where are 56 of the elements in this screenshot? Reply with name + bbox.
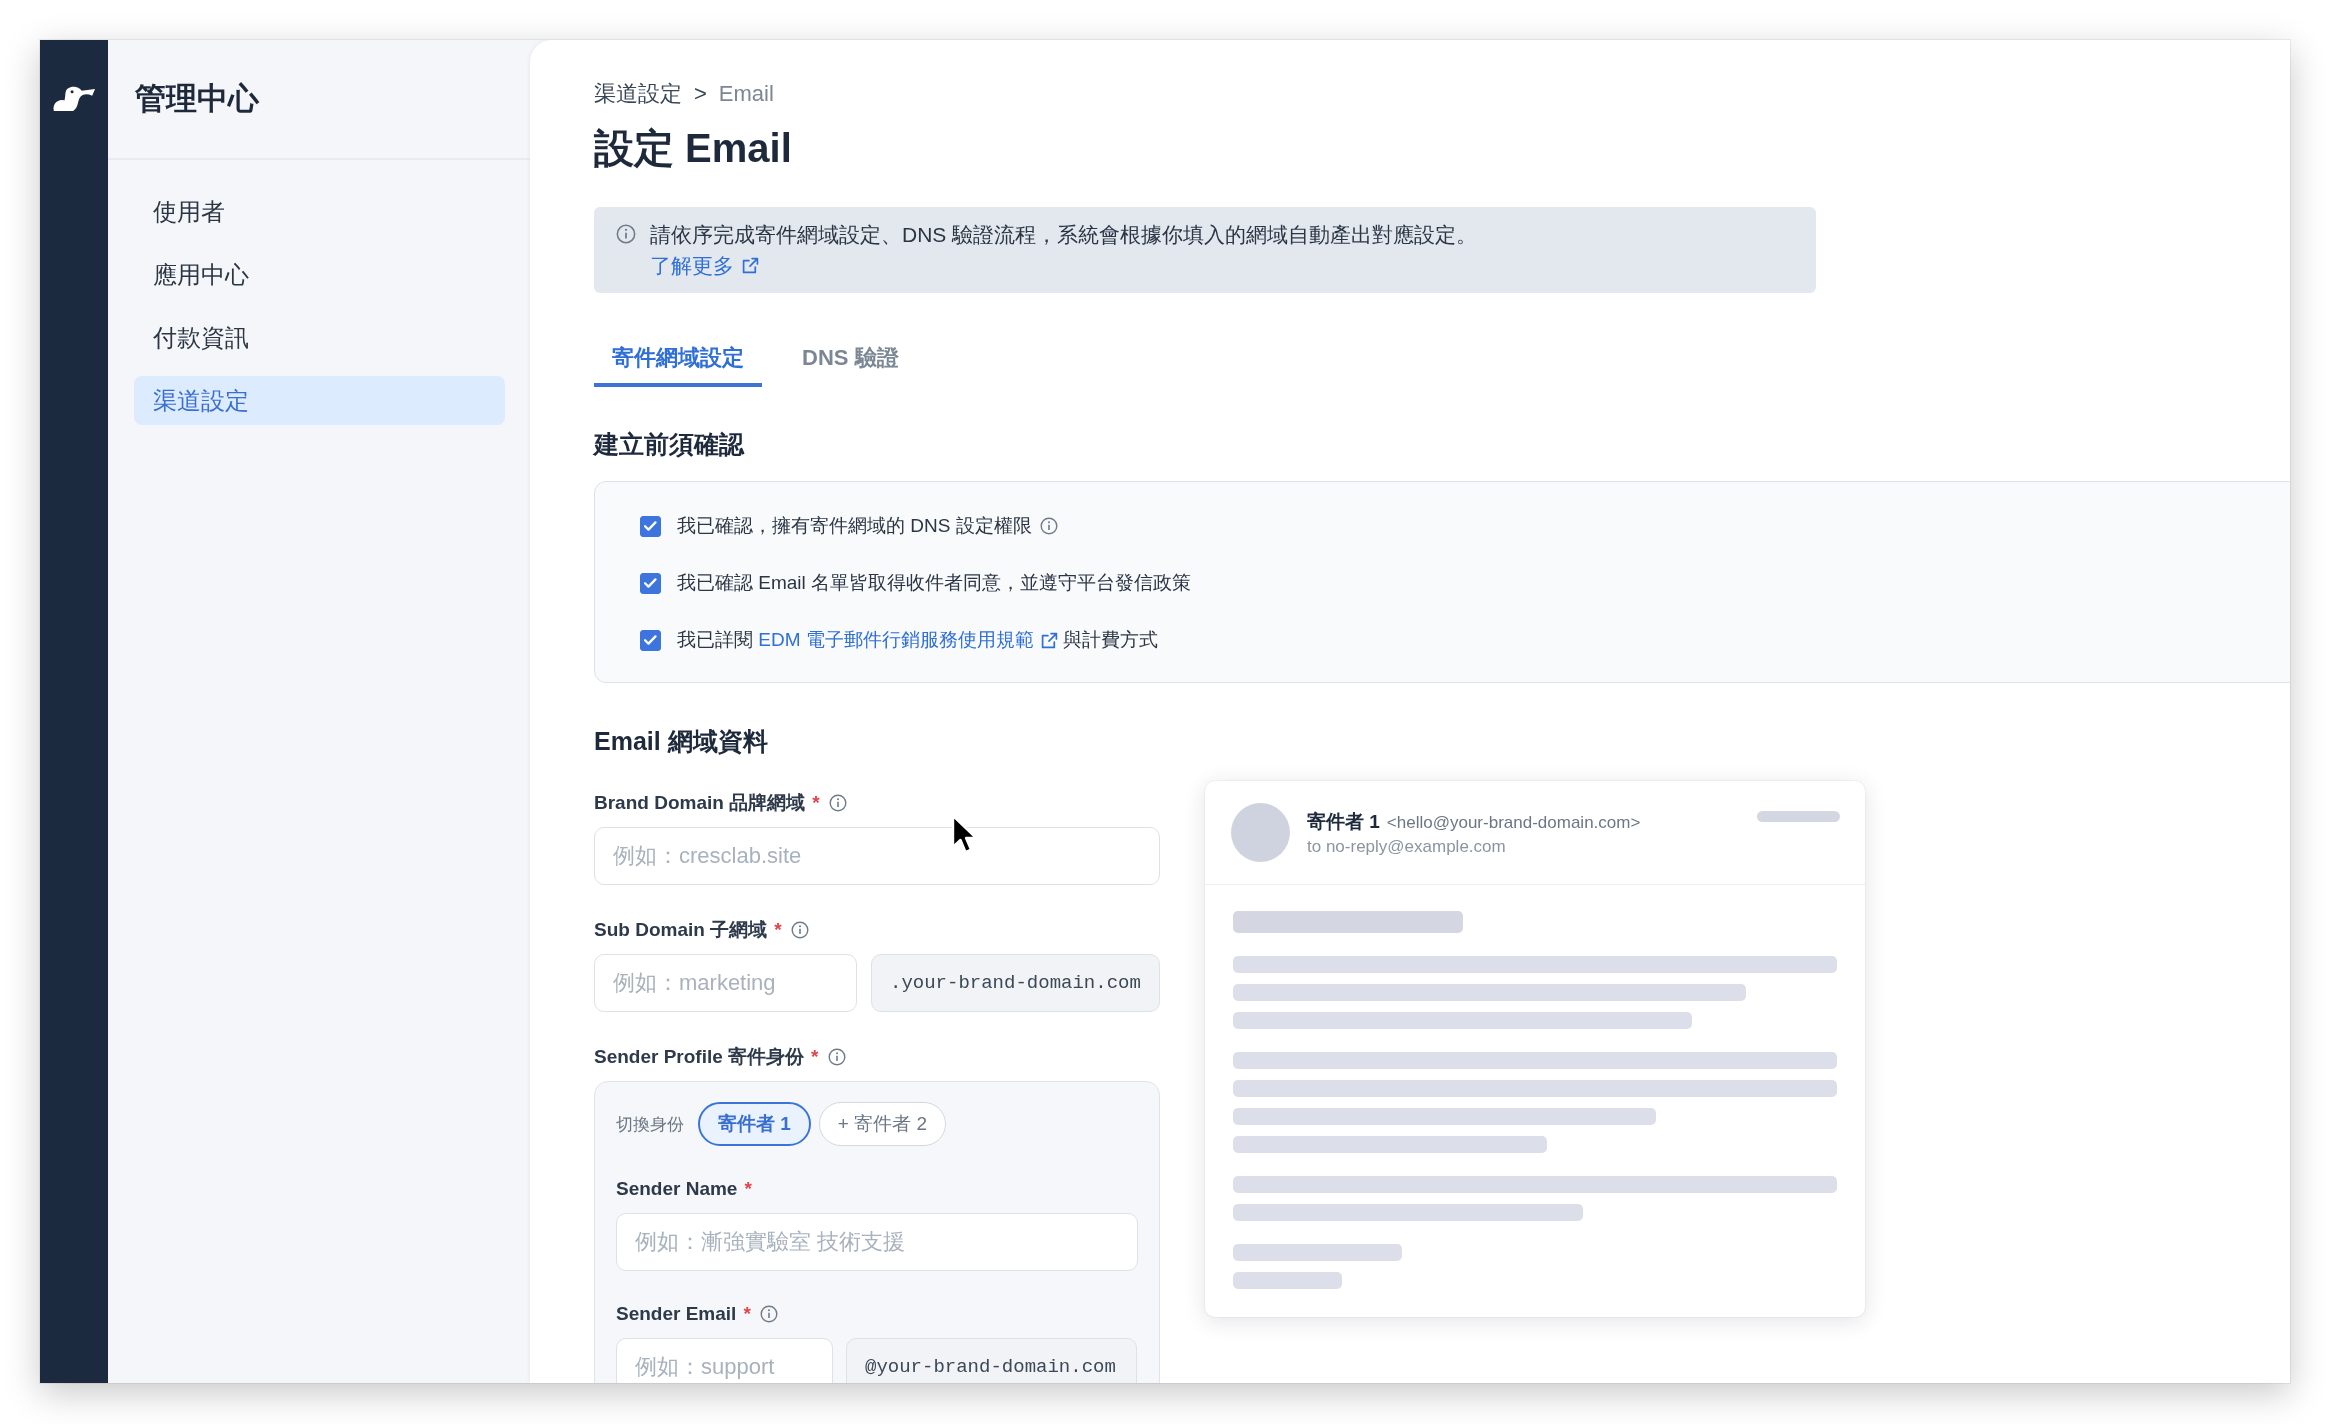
- field-label: Sender Name: [616, 1178, 738, 1200]
- checkbox-label: 我已確認，擁有寄件網域的 DNS 設定權限: [677, 514, 1032, 538]
- required-mark: *: [743, 1303, 751, 1325]
- sidebar-title: 管理中心: [135, 80, 259, 118]
- breadcrumb-current: Email: [718, 80, 774, 108]
- tab[interactable]: DNS 驗證: [784, 331, 917, 387]
- switch-label: 切換身份: [616, 1113, 684, 1136]
- domain-suffix: @your-brand-domain.com: [846, 1338, 1137, 1383]
- info-icon[interactable]: [1039, 517, 1058, 535]
- domain-suffix: .your-brand-domain.com: [871, 954, 1160, 1012]
- breadcrumb-separator: >: [694, 80, 707, 108]
- checkmark-icon: [644, 521, 657, 531]
- sender-email-field[interactable]: 例如：support: [616, 1338, 833, 1383]
- learn-more-link[interactable]: 了解更多: [650, 250, 759, 281]
- checkmark-icon: [644, 635, 657, 645]
- page-title: 設定 Email: [594, 125, 793, 172]
- recipient-text: to no-reply@example.com: [1307, 836, 1507, 857]
- section-heading: 建立前須確認: [594, 429, 746, 460]
- checkbox[interactable]: [640, 515, 661, 537]
- info-icon[interactable]: [790, 921, 809, 939]
- field-label: Brand Domain 品牌網域: [594, 791, 806, 815]
- section-heading: Email 網域資料: [594, 726, 769, 757]
- sidebar-item[interactable]: 渠道設定: [134, 376, 505, 425]
- checkbox[interactable]: [640, 629, 661, 651]
- info-icon[interactable]: [616, 224, 636, 244]
- breadcrumb-link[interactable]: 渠道設定: [594, 79, 682, 109]
- required-mark: *: [774, 919, 782, 941]
- sender-name-field[interactable]: 例如：漸強實驗室 技術支援: [616, 1213, 1138, 1271]
- field-label: Sub Domain 子網域: [594, 918, 768, 942]
- sidebar-item[interactable]: 使用者: [134, 187, 505, 236]
- required-mark: *: [811, 1046, 819, 1068]
- external-link-icon: [742, 257, 759, 274]
- info-icon[interactable]: [759, 1305, 778, 1323]
- brand-domain-field[interactable]: 例如：cresclab.site: [594, 827, 1160, 885]
- info-icon[interactable]: [828, 794, 847, 812]
- required-mark: *: [744, 1178, 752, 1200]
- required-mark: *: [812, 792, 820, 814]
- checkbox-label: 我已詳閱 EDM 電子郵件行銷服務使用規範 與計費方式: [677, 625, 1159, 655]
- checkbox[interactable]: [640, 572, 661, 594]
- logo-icon: [52, 85, 96, 112]
- sender-chip[interactable]: 寄件者 1: [698, 1102, 811, 1146]
- checkmark-icon: [644, 578, 657, 588]
- tab[interactable]: 寄件網域設定: [594, 331, 762, 387]
- sender-address: <hello@your-brand-domain.com>: [1386, 812, 1641, 833]
- field-label: Sender Profile 寄件身份: [594, 1045, 805, 1069]
- subdomain-field[interactable]: 例如：marketing: [594, 954, 857, 1012]
- external-link-icon: [1040, 631, 1058, 649]
- sidebar-item[interactable]: 應用中心: [134, 250, 505, 299]
- terms-link[interactable]: EDM 電子郵件行銷服務使用規範: [758, 625, 1058, 655]
- banner-text: 請依序完成寄件網域設定、DNS 驗證流程，系統會根據你填入的網域自動產出對應設定。: [650, 222, 1478, 248]
- sender-chip[interactable]: + 寄件者 2: [818, 1102, 947, 1146]
- sidebar-item[interactable]: 付款資訊: [134, 313, 505, 362]
- sender-name: 寄件者 1: [1307, 809, 1380, 834]
- info-icon[interactable]: [827, 1048, 846, 1066]
- checkbox-label: 我已確認 Email 名單皆取得收件者同意，並遵守平台發信政策: [677, 571, 1192, 595]
- field-label: Sender Email: [616, 1303, 737, 1325]
